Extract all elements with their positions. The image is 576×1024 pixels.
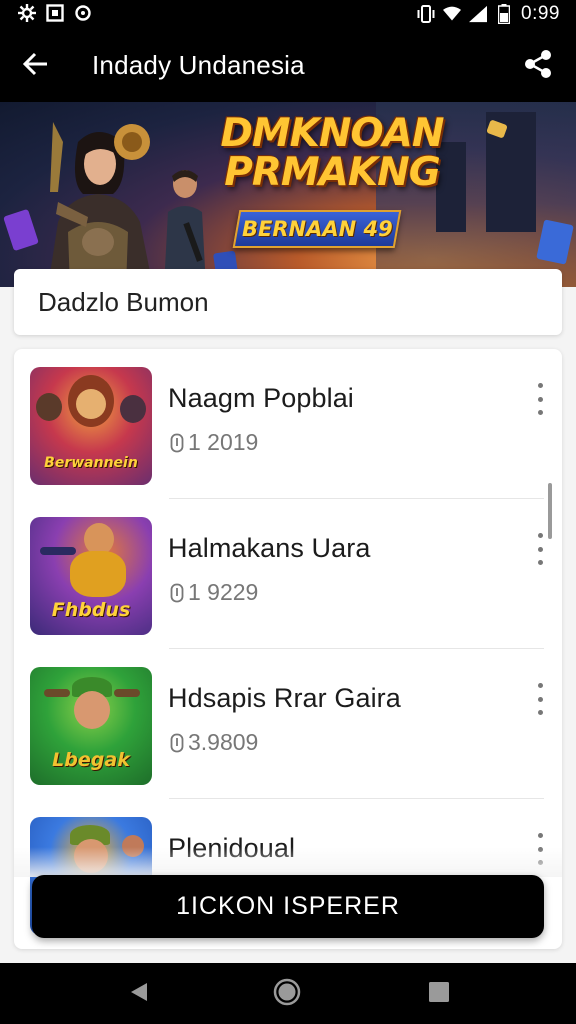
banner-title-line1: DMKNOAN [220,111,444,156]
search-text: Dadzlo Bumon [38,287,209,317]
sync-icon [74,4,92,22]
share-icon [523,49,553,84]
list-item-meta: 1 2019 [168,429,258,456]
thumbnail-label: Berwannein [44,455,138,472]
back-triangle-icon [127,980,151,1009]
thumbnail-character-arm [44,689,70,697]
thumbnail-character-face [76,389,106,419]
settings-icon [18,4,36,22]
list-item[interactable]: Berwannein Naagm Popblai 1 2019 [14,349,562,499]
arrow-left-icon [22,50,50,83]
app-thumbnail: Fhbdus [30,517,152,635]
list-item-title: Halmakans Uara [168,533,371,563]
thumbnail-character [120,395,146,423]
more-vertical-icon [537,383,543,388]
search-bar[interactable]: Dadzlo Bumon [14,269,562,335]
thumbnail-label: Lbegak [52,749,130,772]
more-vertical-icon [537,533,543,538]
list-item-meta: 3.9809 [168,729,258,756]
thumbnail-character [36,393,62,421]
thumbnail-character [70,551,126,597]
banner-ribbon-label: BERNAAN 49 [241,217,393,241]
app-thumbnail: Lbegak [30,667,152,785]
more-vertical-icon-dot [537,696,543,702]
home-circle-icon [272,977,302,1012]
more-vertical-icon [537,833,543,838]
promo-banner[interactable]: DMKNOAN PRMAKNG BERNAAN 49 [0,102,576,287]
more-vertical-icon-dot [537,396,543,402]
list-item[interactable]: Lbegak Hdsapis Rrar Gaira 3.9809 [14,649,562,799]
primary-action-label: 1ICKON ISPERER [176,892,400,920]
list-item-meta: 1 9229 [168,579,258,606]
recents-square-icon [427,980,451,1009]
list-item[interactable]: Fhbdus Halmakans Uara 1 9229 [14,499,562,649]
more-options-button[interactable] [530,379,550,419]
download-icon [168,582,186,604]
battery-icon [495,4,513,24]
list-item-count: 3.9809 [188,729,259,755]
status-time: 0:99 [521,3,560,24]
banner-ribbon: BERNAAN 49 [232,210,402,248]
more-options-button[interactable] [530,679,550,719]
more-vertical-icon [537,683,543,688]
thumbnail-label: Fhbdus [51,599,131,622]
list-item-count: 1 9229 [188,579,259,605]
more-vertical-icon-dot [537,546,543,552]
nav-back-button[interactable] [124,979,154,1009]
thumbnail-character-arm [40,547,76,555]
primary-action-button[interactable]: 1ICKON ISPERER [32,875,544,938]
content-area: Dadzlo Bumon Berwannein Naagm Popblai 1 … [0,269,576,963]
list-item-count: 1 2019 [188,429,259,455]
share-button[interactable] [520,48,556,84]
list-fade-overlay [14,847,562,877]
download-icon [168,732,186,754]
more-options-button[interactable] [530,529,550,569]
vibrate-icon [417,5,435,23]
app-bar: Indady Undanesia [0,28,576,102]
page-title: Indady Undanesia [92,50,305,80]
nav-recents-button[interactable] [424,979,454,1009]
signal-icon [469,5,488,23]
back-button[interactable] [18,48,54,84]
nav-home-button[interactable] [272,977,302,1012]
download-icon [168,432,186,454]
system-nav-bar [0,963,576,1024]
list-item-title: Naagm Popblai [168,383,354,413]
banner-title-line2: PRMAKNG [224,150,440,195]
thumbnail-character-face [74,691,110,729]
thumbnail-character-arm [114,689,140,697]
list-item-title: Hdsapis Rrar Gaira [168,683,401,713]
banner-title: DMKNOAN PRMAKNG [212,114,452,192]
status-bar: 0:99 [0,0,576,28]
wifi-icon [443,5,462,23]
status-bar-left-icons [18,4,92,22]
banner-hero-illustration [48,122,153,287]
status-bar-right-icons: 0:99 [417,3,560,25]
more-vertical-icon-dot [537,410,543,415]
more-vertical-icon-dot [537,560,543,565]
photo-icon [46,4,64,22]
app-thumbnail: Berwannein [30,367,152,485]
more-vertical-icon-dot [537,710,543,715]
